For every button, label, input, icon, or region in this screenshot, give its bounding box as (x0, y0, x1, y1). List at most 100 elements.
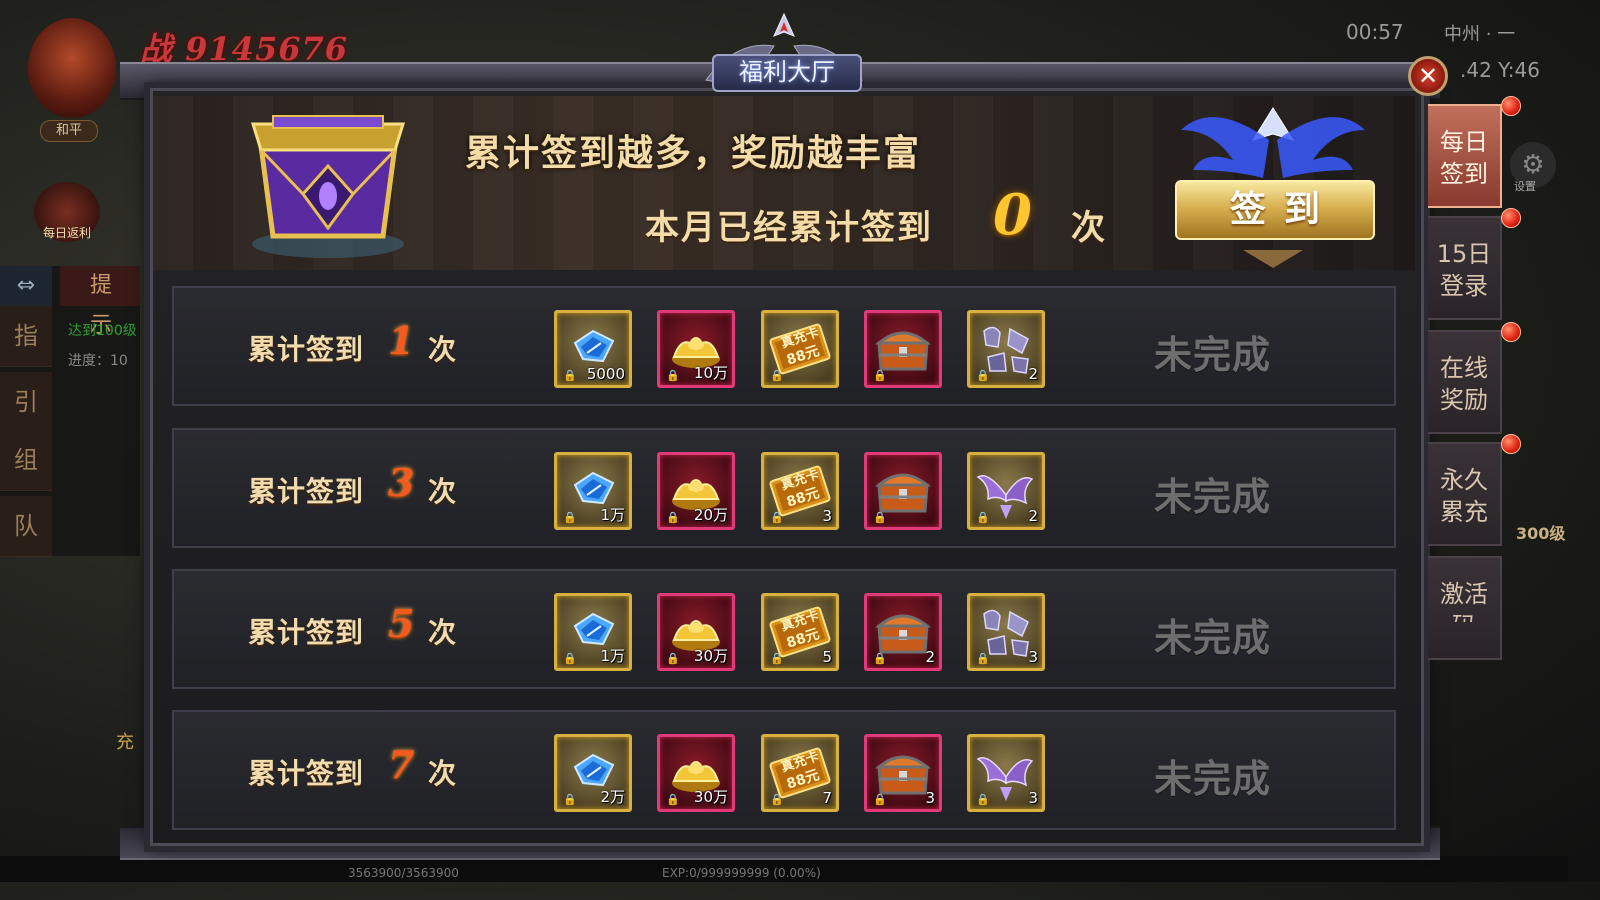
reward-item[interactable]: 🔒 20万 (657, 452, 735, 530)
reward-item[interactable]: 真充卡 88元 🔒 3 (761, 452, 839, 530)
reward-item[interactable]: 真充卡 88元 🔒 5 (761, 593, 839, 671)
reward-item[interactable]: 🔒 1万 (554, 452, 632, 530)
pk-mode-badge[interactable]: 和平 (40, 120, 98, 142)
close-button[interactable]: ✕ (1408, 56, 1448, 96)
row-label: 累计签到 (248, 616, 365, 649)
lock-icon: 🔒 (563, 652, 577, 665)
monthly-count-unit: 次 (1071, 208, 1105, 248)
lock-icon: 🔒 (770, 369, 784, 382)
coordinates: .42 Y:46 (1460, 58, 1540, 82)
monthly-count-value: 0 (993, 182, 1032, 248)
notification-dot (1501, 434, 1521, 454)
banner-slogan: 累计签到越多，奖励越丰富 (465, 132, 922, 174)
tip-header[interactable]: 提 示 (60, 266, 140, 338)
side-tab-label-line2: 登录 (1440, 272, 1488, 300)
reward-item[interactable]: 🔒 3 (864, 734, 942, 812)
sign-in-button[interactable]: 签到 (1175, 180, 1375, 240)
collapse-arrow-icon[interactable]: ⇔ (0, 266, 52, 306)
reward-row: 累计签到 1 次 🔒 5000 🔒 10万 真充卡 88元 🔒 🔒 🔒 2 未完成 (172, 286, 1396, 406)
item-quantity: 30万 (693, 647, 728, 665)
left-tab-team-2[interactable]: 队 (0, 496, 52, 557)
reward-row: 累计签到 5 次 🔒 1万 🔒 30万 真充卡 88元 🔒 5 🔒 2 🔒 3 未完成 (172, 569, 1396, 689)
clock: 00:57 (1346, 20, 1404, 44)
row-times: 7 (388, 742, 415, 787)
reward-item[interactable]: 真充卡 88元 🔒 7 (761, 734, 839, 812)
task-objective[interactable]: 达到100级 (68, 320, 137, 340)
treasure-chest-icon (250, 115, 406, 258)
item-quantity: 30万 (693, 788, 728, 806)
level-badge: 300级 (1516, 524, 1566, 543)
item-quantity: 1万 (600, 647, 625, 665)
lock-icon: 🔒 (666, 511, 680, 524)
row-status[interactable]: 未完成 (1154, 324, 1271, 379)
side-tab[interactable]: 每日 签到 (1428, 104, 1502, 208)
lock-icon: 🔒 (873, 793, 887, 806)
lock-icon: 🔒 (873, 511, 887, 524)
row-times: 1 (388, 318, 415, 363)
item-quantity: 3 (925, 789, 935, 807)
left-tab-guide-1[interactable]: 指 (0, 306, 52, 367)
reward-item[interactable]: 🔒 3 (967, 734, 1045, 812)
lock-icon: 🔒 (666, 793, 680, 806)
reward-item[interactable]: 🔒 30万 (657, 593, 735, 671)
row-label: 累计签到 (248, 475, 365, 508)
item-quantity: 3 (1028, 789, 1038, 807)
lock-icon: 🔒 (770, 652, 784, 665)
row-status[interactable]: 未完成 (1154, 607, 1271, 662)
reward-item[interactable]: 🔒 2 (967, 452, 1045, 530)
lock-icon: 🔒 (563, 793, 577, 806)
row-status[interactable]: 未完成 (1154, 748, 1271, 803)
item-quantity: 2万 (600, 788, 625, 806)
side-tab-label-line1: 激活 (1440, 580, 1488, 608)
lock-icon: 🔒 (976, 511, 990, 524)
side-tab[interactable]: 15日登录 (1428, 216, 1502, 320)
row-status[interactable]: 未完成 (1154, 466, 1271, 521)
lock-icon: 🔒 (666, 652, 680, 665)
reward-item[interactable]: 🔒 30万 (657, 734, 735, 812)
exp-readout: EXP:0/999999999 (0.00%) (662, 866, 821, 880)
row-unit: 次 (428, 333, 457, 366)
left-tab-team-1[interactable]: 组 (0, 430, 52, 491)
reward-item[interactable]: 🔒 2 (864, 593, 942, 671)
side-tab-label-line2: 奖励 (1440, 386, 1488, 414)
reward-item[interactable]: 🔒 (864, 452, 942, 530)
hp-readout: 3563900/3563900 (348, 866, 459, 880)
side-tab[interactable]: 激活码 (1428, 556, 1502, 660)
item-quantity: 7 (822, 789, 832, 807)
left-tab-guide-2[interactable]: 引 (0, 372, 52, 433)
side-tab-label-line2: 码 (1428, 610, 1500, 622)
charge-label[interactable]: 充 (116, 728, 134, 754)
side-tab[interactable]: 在线 奖励 (1428, 330, 1502, 434)
reward-item[interactable]: 🔒 2万 (554, 734, 632, 812)
item-quantity: 10万 (693, 364, 728, 382)
lock-icon: 🔒 (563, 511, 577, 524)
side-tab-label-line1: 永久 (1440, 466, 1488, 494)
side-tab-label-line2: 签到 (1440, 160, 1488, 188)
lock-icon: 🔒 (873, 369, 887, 382)
reward-item[interactable]: 🔒 1万 (554, 593, 632, 671)
lock-icon: 🔒 (873, 652, 887, 665)
side-tab[interactable]: 永久 累充 (1428, 442, 1502, 546)
reward-item[interactable]: 🔒 3 (967, 593, 1045, 671)
reward-item[interactable]: 🔒 10万 (657, 310, 735, 388)
daily-rebate-button[interactable]: 每日返利 (34, 182, 100, 242)
lock-icon: 🔒 (770, 793, 784, 806)
item-quantity: 3 (822, 507, 832, 525)
reward-row: 累计签到 7 次 🔒 2万 🔒 30万 真充卡 88元 🔒 7 🔒 3 🔒 3 未完成 (172, 710, 1396, 830)
reward-item[interactable]: 🔒 (864, 310, 942, 388)
row-label: 累计签到 (248, 333, 365, 366)
reward-item[interactable]: 真充卡 88元 🔒 (761, 310, 839, 388)
item-quantity: 1万 (600, 506, 625, 524)
item-quantity: 3 (1028, 648, 1038, 666)
sign-in-banner: 累计签到越多，奖励越丰富 本月已经累计签到 0 次 签到 (153, 96, 1415, 270)
side-tab-label-line2: 累充 (1440, 498, 1488, 526)
dialog-title: 福利大厅 (712, 54, 862, 92)
lock-icon: 🔒 (976, 652, 990, 665)
item-quantity: 5 (822, 648, 832, 666)
reward-item[interactable]: 🔒 5000 (554, 310, 632, 388)
item-quantity: 5000 (586, 365, 625, 383)
reward-item[interactable]: 🔒 2 (967, 310, 1045, 388)
side-tab-label-line1: 15日 (1436, 240, 1492, 268)
hero-avatar[interactable] (28, 18, 116, 118)
lock-icon: 🔒 (976, 369, 990, 382)
